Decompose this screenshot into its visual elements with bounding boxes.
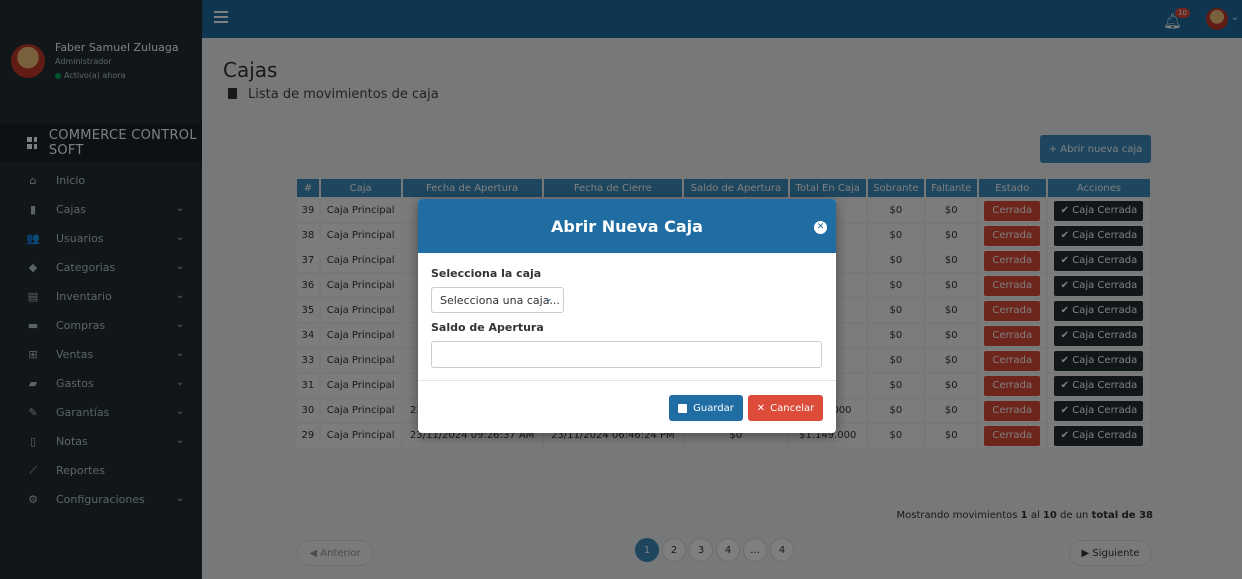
cash-select[interactable]: Selecciona una caja... ⌄ bbox=[431, 287, 564, 313]
open-cash-modal: Abrir Nueva Caja ✕ Selecciona la caja Se… bbox=[418, 199, 836, 433]
save-button[interactable]: Guardar bbox=[669, 395, 743, 421]
save-label: Guardar bbox=[693, 402, 734, 414]
opening-balance-input[interactable] bbox=[431, 341, 822, 368]
modal-header: Abrir Nueva Caja ✕ bbox=[418, 199, 836, 253]
close-icon[interactable]: ✕ bbox=[814, 221, 827, 234]
cancel-label: Cancelar bbox=[770, 402, 815, 414]
select-cash-label: Selecciona la caja bbox=[431, 267, 542, 280]
modal-footer: Guardar ✕ Cancelar bbox=[418, 380, 836, 433]
opening-balance-label: Saldo de Apertura bbox=[431, 321, 544, 334]
modal-title: Abrir Nueva Caja bbox=[551, 216, 703, 236]
save-icon bbox=[678, 403, 688, 413]
cash-select-value: Selecciona una caja... bbox=[440, 293, 560, 307]
close-icon: ✕ bbox=[756, 402, 766, 414]
cancel-button[interactable]: ✕ Cancelar bbox=[748, 395, 823, 421]
chevron-down-icon: ⌄ bbox=[544, 293, 553, 304]
